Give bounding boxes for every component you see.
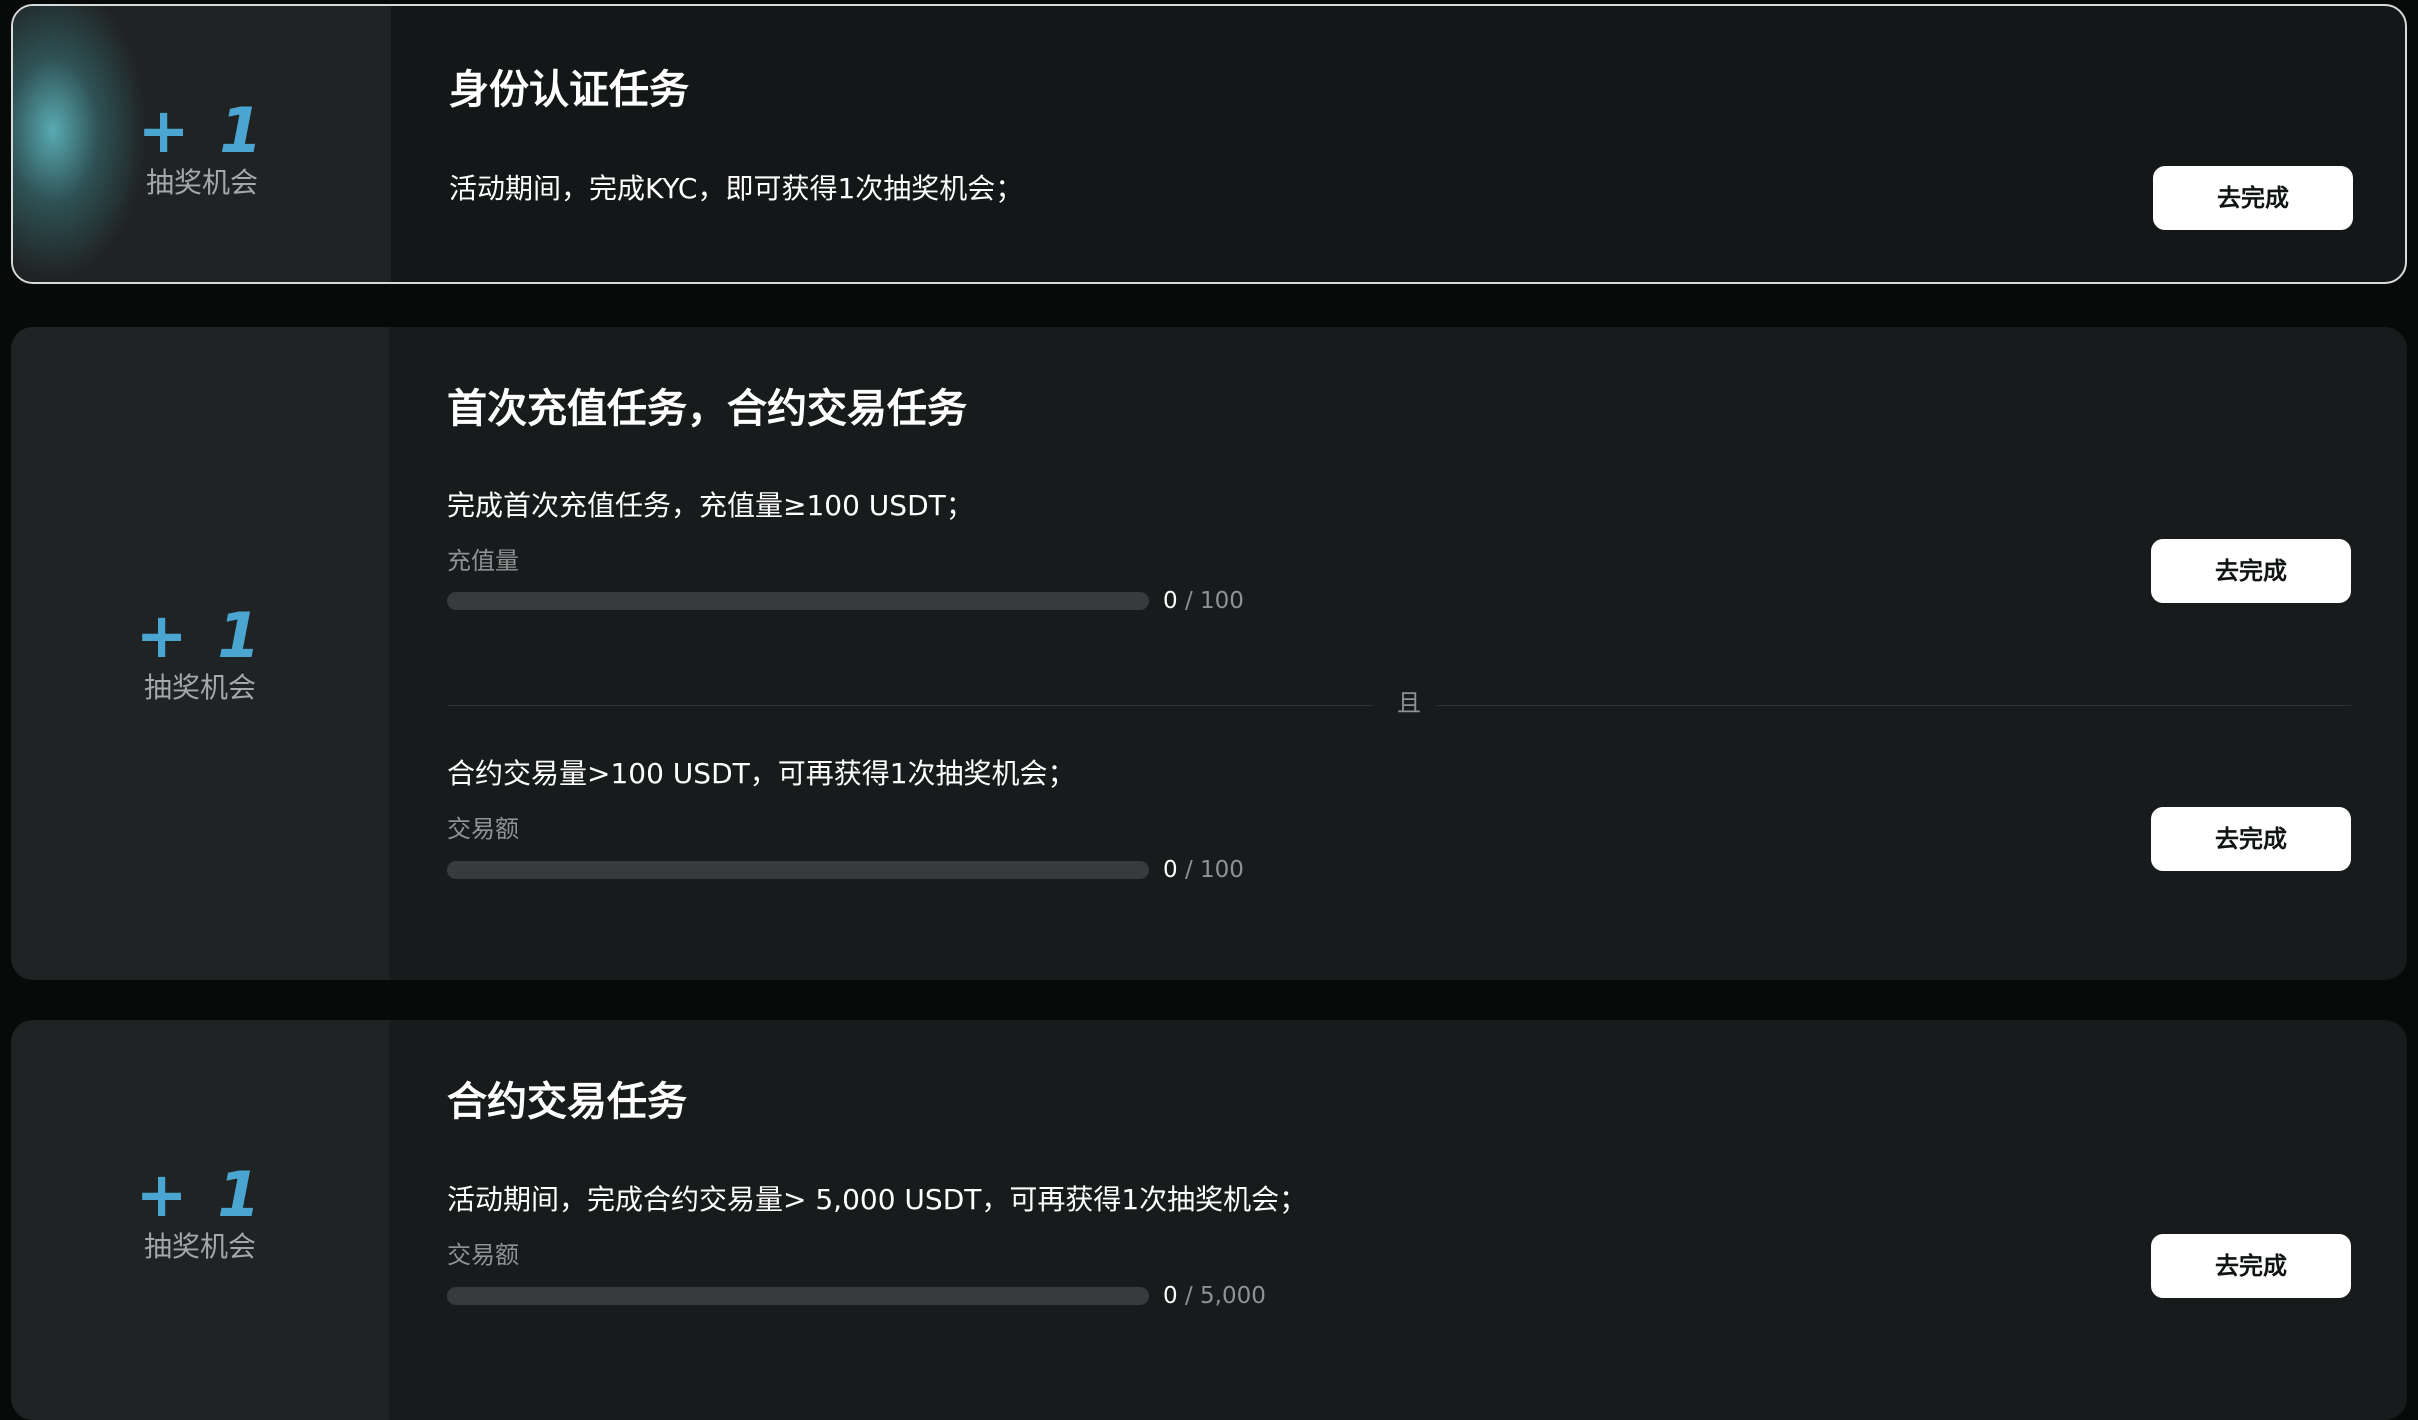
progress-target: 100: [1200, 857, 1244, 883]
task-card-kyc: + 1 抽奖机会 身份认证任务 活动期间，完成KYC，即可获得1次抽奖机会； 去…: [11, 4, 2407, 284]
task-title: 身份认证任务: [449, 67, 689, 113]
task-card-deposit-futures: + 1 抽奖机会 首次充值任务，合约交易任务 完成首次充值任务，充值量≥100 …: [11, 327, 2407, 980]
go-complete-button[interactable]: 去完成: [2151, 807, 2351, 871]
subtask-description: 合约交易量>100 USDT，可再获得1次抽奖机会；: [447, 757, 1076, 790]
go-complete-button[interactable]: 去完成: [2151, 539, 2351, 603]
reward-panel: + 1 抽奖机会: [13, 6, 391, 282]
task-title: 首次充值任务，合约交易任务: [447, 386, 967, 432]
progress-current: 0: [1163, 1283, 1178, 1309]
progress-bar: [447, 592, 1149, 610]
progress-text: 0 / 100: [1163, 586, 1244, 616]
reward-label: 抽奖机会: [143, 671, 256, 704]
metric-label: 交易额: [447, 1241, 519, 1269]
progress-separator: /: [1184, 1283, 1193, 1309]
reward-label: 抽奖机会: [145, 166, 258, 199]
reward-amount: + 1: [135, 599, 265, 672]
task-description: 活动期间，完成KYC，即可获得1次抽奖机会；: [449, 172, 1024, 205]
progress-target: 100: [1200, 588, 1244, 614]
metric-label: 充值量: [447, 547, 519, 575]
subtask-description: 活动期间，完成合约交易量> 5,000 USDT，可再获得1次抽奖机会；: [447, 1183, 1308, 1216]
progress-bar: [447, 1287, 1149, 1305]
metric-label: 交易额: [447, 815, 519, 843]
subtask-description: 完成首次充值任务，充值量≥100 USDT；: [447, 489, 974, 522]
progress-text: 0 / 100: [1163, 855, 1244, 885]
progress-target: 5,000: [1200, 1283, 1266, 1309]
progress-current: 0: [1163, 857, 1178, 883]
progress-separator: /: [1184, 588, 1193, 614]
reward-label: 抽奖机会: [143, 1230, 256, 1263]
progress-bar: [447, 861, 1149, 879]
divider-line-right: [1437, 705, 2351, 706]
divider-line-left: [447, 705, 1373, 706]
reward-panel: + 1 抽奖机会: [11, 1020, 389, 1420]
progress-current: 0: [1163, 588, 1178, 614]
go-complete-button[interactable]: 去完成: [2151, 1234, 2351, 1298]
progress-separator: /: [1184, 857, 1193, 883]
reward-amount: + 1: [137, 94, 267, 167]
go-complete-button[interactable]: 去完成: [2153, 166, 2353, 230]
task-title: 合约交易任务: [447, 1079, 687, 1125]
task-card-futures: + 1 抽奖机会 合约交易任务 活动期间，完成合约交易量> 5,000 USDT…: [11, 1020, 2407, 1420]
progress-text: 0 / 5,000: [1163, 1281, 1266, 1311]
reward-amount: + 1: [135, 1158, 265, 1231]
reward-panel: + 1 抽奖机会: [11, 327, 389, 980]
divider-and: 且: [1397, 689, 1421, 717]
